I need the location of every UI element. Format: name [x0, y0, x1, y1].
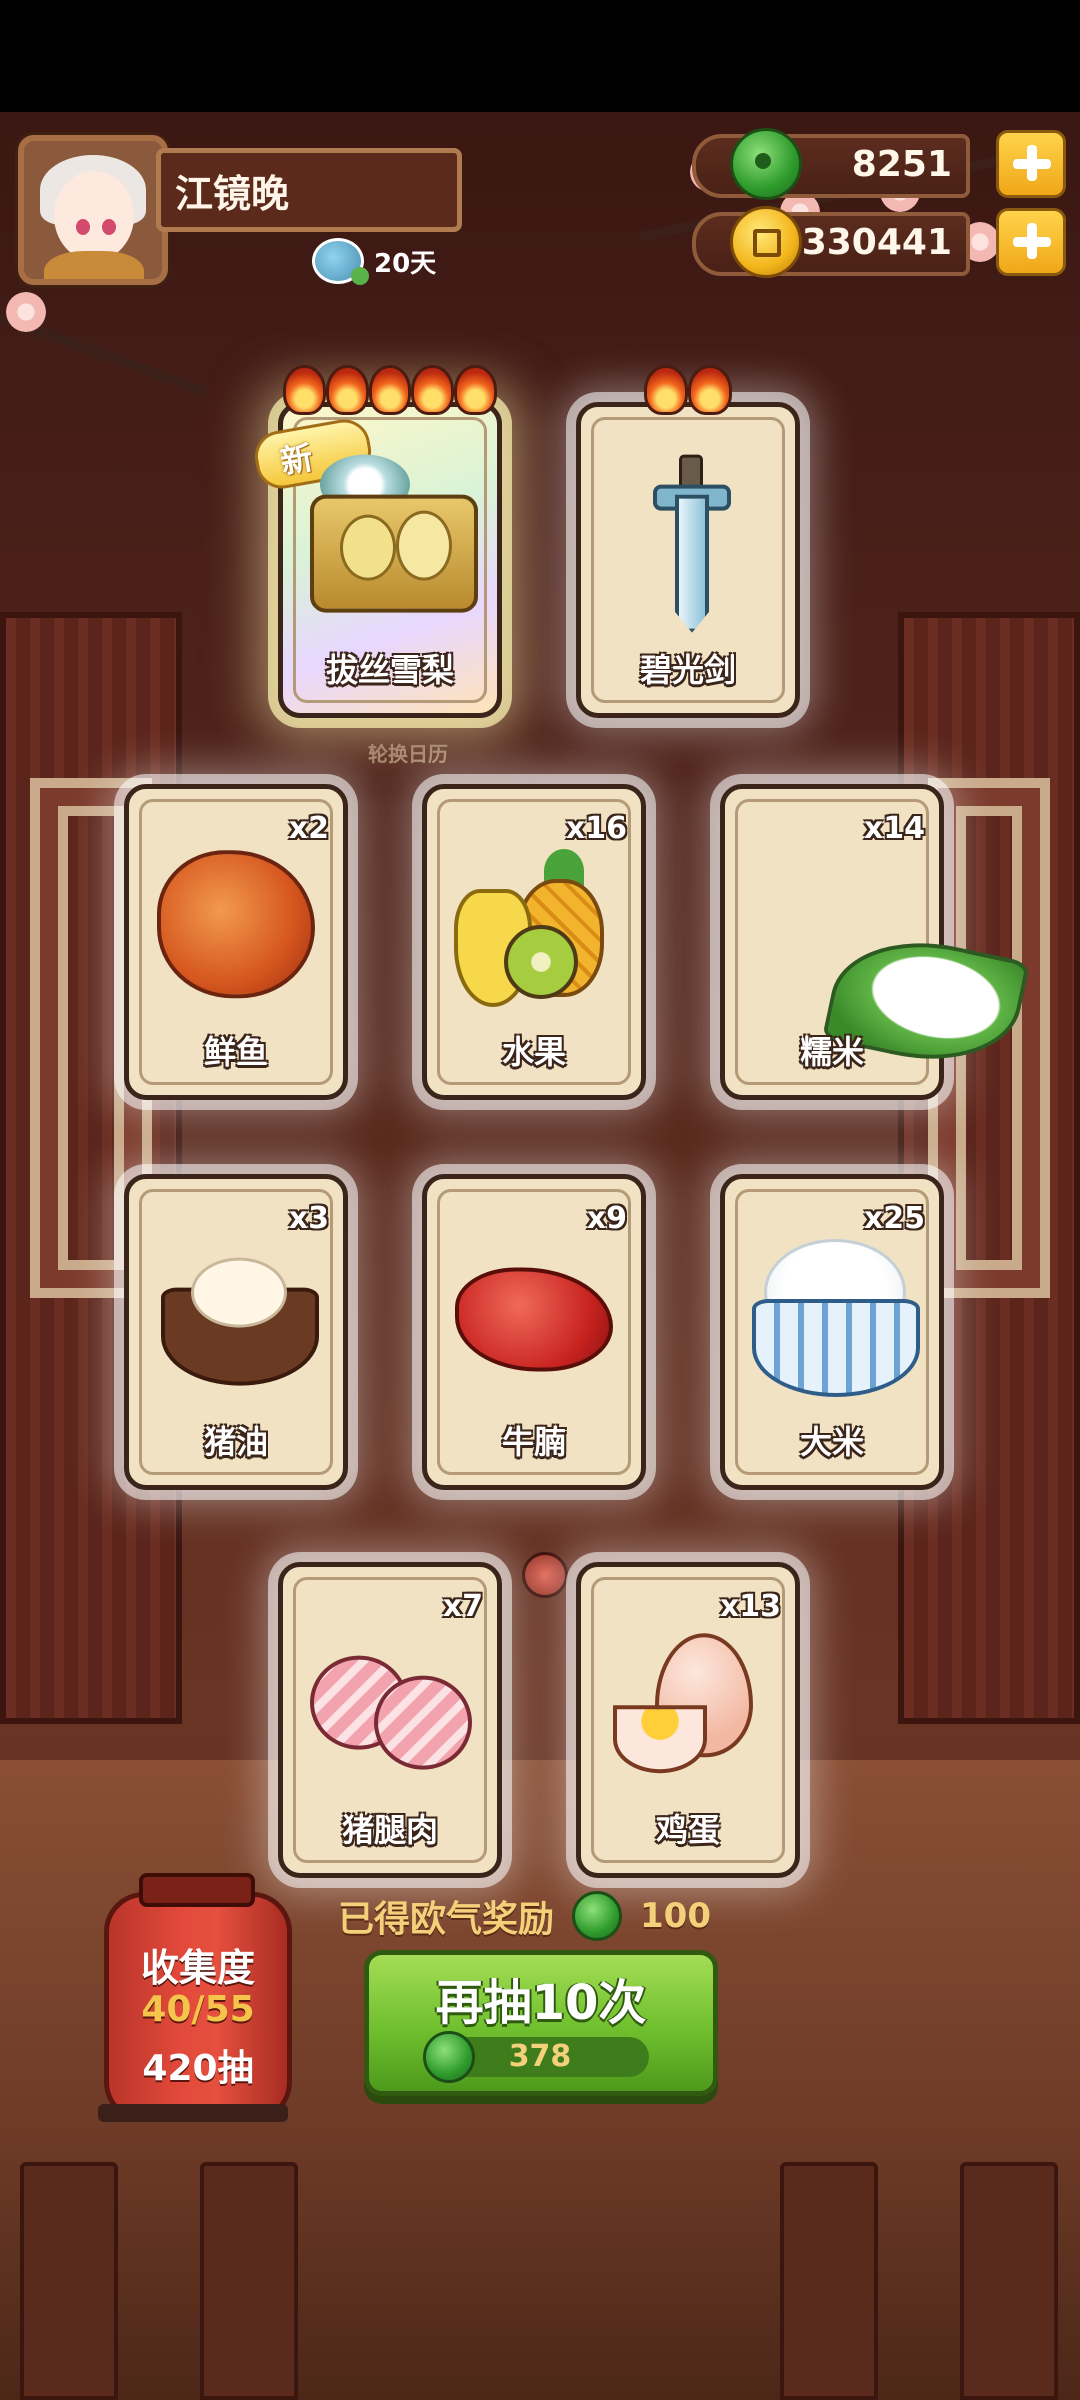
card-count: x14	[863, 811, 925, 846]
card-count: x16	[565, 811, 627, 846]
pear-fruit	[396, 510, 452, 581]
left-wooden-door	[0, 612, 182, 1724]
card-name: 大米	[799, 1423, 864, 1461]
flame-icon	[283, 365, 326, 415]
flame-icon	[411, 365, 455, 415]
draw-again-label: 再抽10次	[435, 1975, 647, 2031]
card-count: x25	[863, 1201, 925, 1236]
decorative-knob	[522, 1552, 568, 1598]
avatar-body	[44, 251, 144, 279]
card-name: 猪腿肉	[341, 1811, 438, 1849]
pork-icon	[310, 1646, 472, 1770]
fence-post	[20, 2162, 118, 2400]
lantern-stand	[98, 2104, 288, 2122]
card-name: 牛腩	[501, 1423, 566, 1461]
flame-icon	[325, 365, 369, 415]
lard-top	[191, 1257, 287, 1328]
avatar-eye	[102, 219, 116, 235]
days-counter: 20天	[312, 238, 437, 285]
flame-icon	[688, 365, 732, 415]
card-name: 水果	[501, 1033, 566, 1071]
draw-cost: 378	[423, 2031, 649, 2083]
beef-icon	[455, 1267, 613, 1372]
add-jade-button[interactable]	[996, 130, 1066, 198]
card-count: x13	[719, 1589, 781, 1624]
sword-blade	[675, 494, 709, 633]
card-fish[interactable]: x2 鲜鱼	[124, 784, 348, 1100]
card-featured-pear[interactable]: 新 拔丝雪梨	[250, 365, 502, 718]
avatar-eye	[76, 219, 90, 235]
lard-icon	[161, 1257, 319, 1386]
card-name: 碧光剑	[639, 651, 736, 689]
pear-fruit	[340, 514, 396, 581]
globe-icon	[312, 238, 369, 285]
card-beef-brisket[interactable]: x9 牛腩	[422, 1174, 646, 1490]
luck-reward-display: 已得欧气奖励 100	[338, 1890, 711, 1942]
card-featured-sword[interactable]: 碧光剑	[576, 365, 800, 718]
player-avatar[interactable]	[18, 135, 168, 285]
egg-icon	[613, 1633, 763, 1774]
card-lard[interactable]: x3 猪油	[124, 1174, 348, 1490]
rarity-flames	[581, 365, 795, 415]
card-egg[interactable]: x13 鸡蛋	[576, 1562, 800, 1878]
luck-reward-amount: 100	[640, 1896, 711, 1936]
candied-pear-icon	[300, 454, 480, 625]
card-name: 猪油	[203, 1423, 268, 1461]
flame-icon	[454, 365, 497, 415]
card-count: x3	[288, 1201, 329, 1236]
fence-post	[960, 2162, 1058, 2400]
avatar-face	[54, 171, 134, 261]
kiwi	[504, 925, 578, 999]
sword-icon	[653, 454, 731, 633]
rice-bowl	[752, 1299, 920, 1397]
jade-icon	[730, 128, 802, 200]
pork-slice	[374, 1675, 472, 1770]
collection-draw-count: 420抽	[142, 2048, 254, 2089]
card-count: x9	[586, 1201, 627, 1236]
player-name-bar: 江镜晚	[156, 148, 462, 232]
blossom-flower	[6, 292, 46, 332]
egg-half	[613, 1705, 707, 1774]
fence-post	[780, 2162, 878, 2400]
card-name: 鲜鱼	[203, 1033, 268, 1071]
draw-cost-value: 378	[508, 2039, 572, 2074]
collection-lantern-button[interactable]: 收集度 40/55 420抽	[104, 1873, 292, 2122]
card-glutinous-rice[interactable]: x14 糯米	[720, 784, 1031, 1100]
card-name: 糯米	[799, 1033, 864, 1071]
card-rice[interactable]: x25 大米	[720, 1174, 944, 1490]
fruit-icon	[454, 849, 614, 1007]
player-name: 江镜晚	[175, 172, 290, 216]
fence-post	[200, 2162, 298, 2400]
rice-bowl-icon	[752, 1239, 920, 1397]
flame-icon	[368, 365, 412, 415]
luck-reward-label: 已得欧气奖励	[338, 1899, 555, 1940]
right-wooden-door	[898, 612, 1080, 1724]
draw-again-button[interactable]: 再抽10次 378	[364, 1950, 718, 2096]
days-value: 20天	[374, 248, 437, 279]
fish-icon	[157, 850, 315, 999]
coin-amount: 2330441	[776, 222, 952, 263]
card-name: 鸡蛋	[655, 1811, 720, 1849]
flame-icon	[644, 365, 688, 415]
card-name: 拔丝雪梨	[325, 651, 454, 689]
coin-icon	[730, 206, 802, 278]
collection-title: 收集度	[140, 1946, 255, 1990]
card-count: x2	[288, 811, 329, 846]
jade-icon	[572, 1891, 623, 1941]
card-pork-leg[interactable]: x7 猪腿肉	[278, 1562, 502, 1878]
rotate-calendar-label: 轮换日历	[368, 742, 448, 766]
add-coins-button[interactable]	[996, 208, 1066, 276]
card-count: x7	[442, 1589, 483, 1624]
card-fruit[interactable]: x16 水果	[422, 784, 646, 1100]
jade-amount: 8251	[851, 144, 952, 185]
rarity-flames	[283, 365, 497, 415]
collection-progress: 40/55	[141, 1989, 255, 2030]
